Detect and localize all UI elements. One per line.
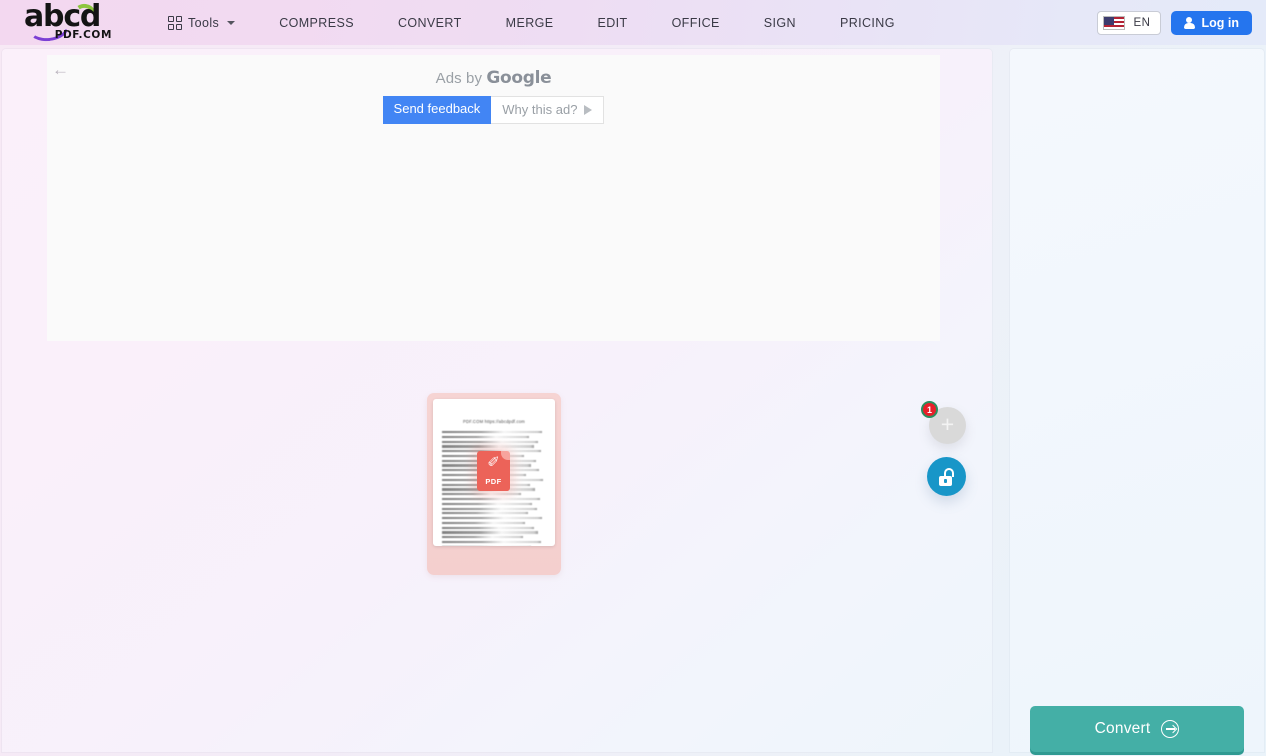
arrow-right-circle-icon bbox=[1161, 720, 1180, 738]
convert-label: Convert bbox=[1094, 720, 1151, 737]
login-button[interactable]: Log in bbox=[1170, 10, 1252, 35]
pdf-doc-title: PDF.COM https://abcdpdf.com bbox=[463, 419, 525, 424]
why-this-ad-label: Why this ad? bbox=[502, 102, 578, 117]
add-file-button[interactable]: + 1 bbox=[921, 401, 966, 444]
play-triangle-icon bbox=[584, 104, 593, 115]
chevron-down-icon bbox=[227, 20, 236, 25]
file-count-badge: 1 bbox=[921, 401, 938, 418]
pdf-page-preview: PDF.COM https://abcdpdf.com ✐ PDF bbox=[433, 399, 555, 546]
language-selector[interactable]: EN bbox=[1096, 10, 1161, 35]
ads-by-prefix: Ads by bbox=[435, 70, 487, 87]
header-actions: EN Log in bbox=[1096, 0, 1252, 45]
grid-icon bbox=[168, 15, 182, 30]
site-header: abcd PDF.COM Tools COMPRESS CONVERT MERG… bbox=[0, 0, 1266, 45]
us-flag-icon bbox=[1102, 15, 1125, 30]
nav-item-pricing[interactable]: PRICING bbox=[818, 10, 917, 36]
nav-item-office[interactable]: OFFICE bbox=[650, 10, 742, 36]
workspace: ← Ads by Google Send feedback Why this a… bbox=[0, 45, 1266, 756]
ads-by-google-label: Ads by Google bbox=[47, 68, 940, 88]
person-icon bbox=[1183, 16, 1195, 29]
send-feedback-button[interactable]: Send feedback bbox=[382, 96, 492, 124]
convert-button[interactable]: Convert bbox=[1030, 706, 1244, 752]
pdf-badge-label: PDF bbox=[485, 477, 502, 486]
pdf-thumbnail-card[interactable]: PDF.COM https://abcdpdf.com ✐ PDF bbox=[427, 393, 561, 575]
ad-button-group: Send feedback Why this ad? bbox=[47, 96, 940, 124]
nav-item-merge[interactable]: MERGE bbox=[484, 10, 576, 36]
nav-item-compress[interactable]: COMPRESS bbox=[257, 10, 376, 36]
logo-wordmark: abcd bbox=[24, 0, 101, 34]
app-root: abcd PDF.COM Tools COMPRESS CONVERT MERG… bbox=[0, 0, 1266, 756]
pdf-file-type-badge: ✐ PDF bbox=[477, 451, 510, 491]
why-this-ad-button[interactable]: Why this ad? bbox=[491, 96, 605, 124]
nav-item-sign[interactable]: SIGN bbox=[742, 10, 818, 36]
sidebar-panel bbox=[1010, 49, 1264, 752]
google-wordmark: Google bbox=[486, 68, 552, 88]
nav-item-tools[interactable]: Tools bbox=[146, 10, 257, 36]
login-label: Log in bbox=[1201, 15, 1240, 30]
main-panel: ← Ads by Google Send feedback Why this a… bbox=[2, 49, 992, 752]
google-ad-block: ← Ads by Google Send feedback Why this a… bbox=[47, 55, 940, 341]
nav-item-edit[interactable]: EDIT bbox=[575, 10, 649, 36]
pdf-acrobat-glyph: ✐ bbox=[487, 453, 500, 471]
unlock-button[interactable] bbox=[927, 457, 966, 496]
main-nav: Tools COMPRESS CONVERT MERGE EDIT OFFICE… bbox=[146, 10, 917, 36]
language-label: EN bbox=[1133, 16, 1151, 29]
unlock-icon bbox=[938, 467, 955, 486]
nav-label-tools: Tools bbox=[188, 15, 220, 30]
nav-item-convert[interactable]: CONVERT bbox=[376, 10, 484, 36]
logo-subtitle: PDF.COM bbox=[54, 29, 112, 41]
site-logo[interactable]: abcd PDF.COM bbox=[18, 0, 114, 43]
